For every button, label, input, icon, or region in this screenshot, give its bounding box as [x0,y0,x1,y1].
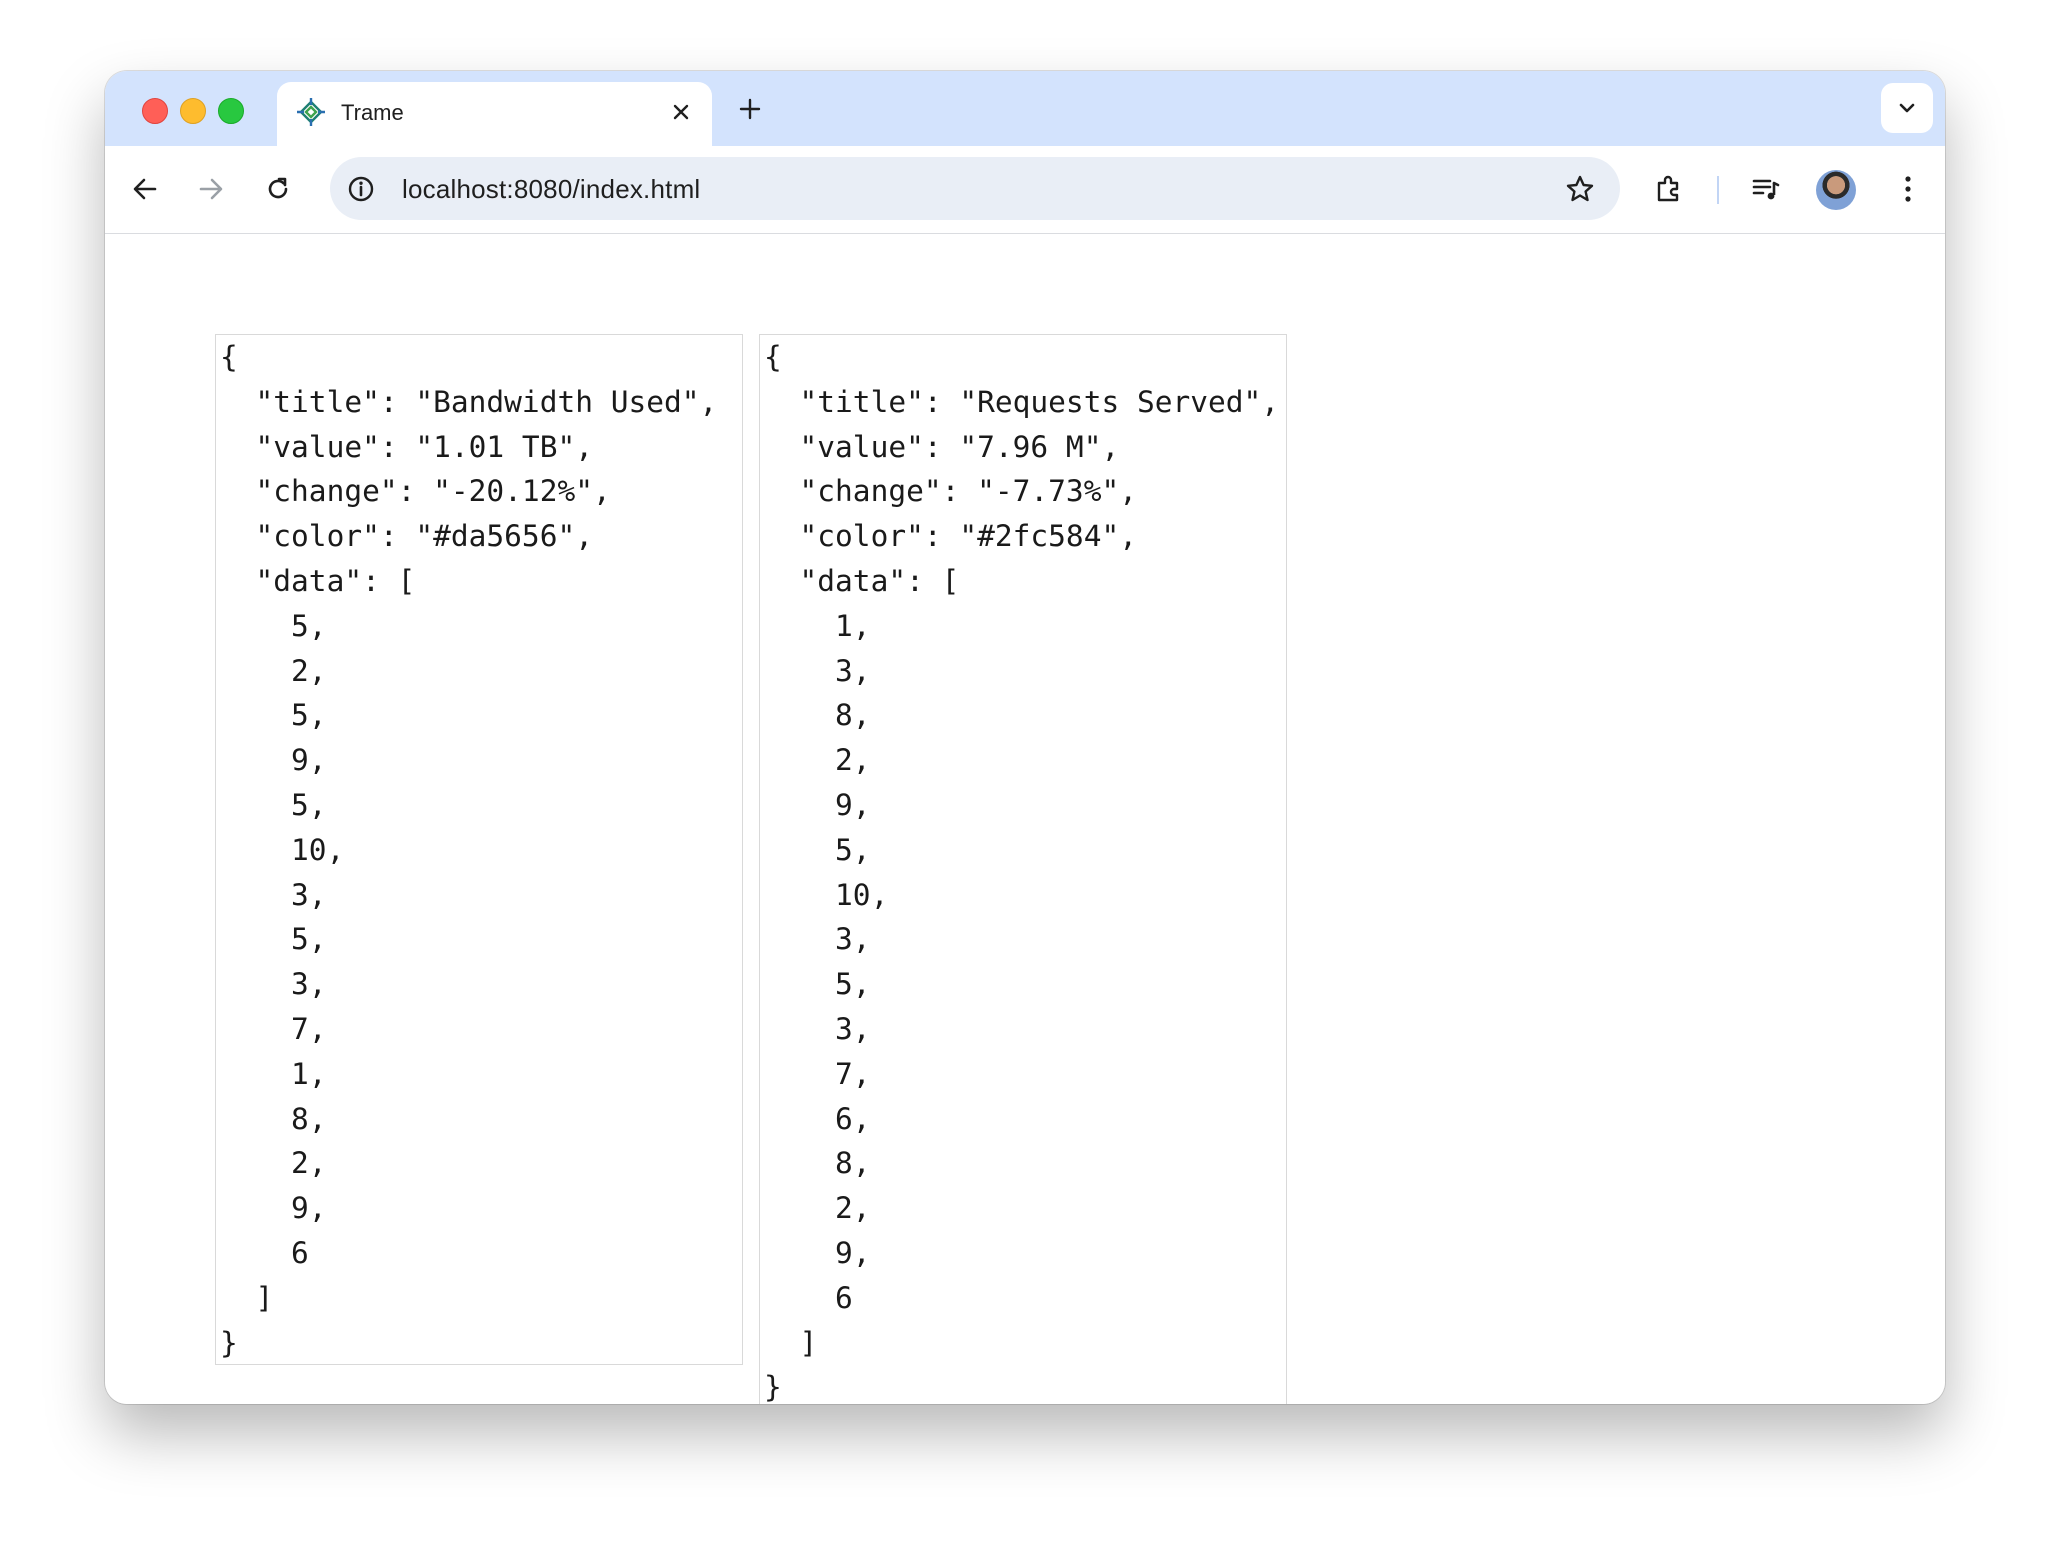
chevron-down-icon [1899,103,1915,113]
browser-toolbar: localhost:8080/index.html [105,146,1945,234]
close-icon[interactable] [664,95,698,129]
arrow-right-icon [199,178,223,200]
tab-trame[interactable]: Trame [277,82,712,146]
page-content: { "title": "Bandwidth Used", "value": "1… [105,234,1945,1404]
puzzle-icon[interactable] [1646,166,1692,212]
reload-icon [268,177,288,199]
address-bar[interactable]: localhost:8080/index.html [330,157,1620,220]
arrow-left-icon [133,178,157,200]
json-card-requests: { "title": "Requests Served", "value": "… [759,334,1287,1404]
trame-logo-icon [295,96,327,128]
new-tab-button[interactable] [732,91,768,127]
maximize-window-button[interactable] [218,98,244,124]
kebab-menu-icon[interactable] [1885,166,1931,212]
forward-button[interactable] [188,166,234,212]
plus-icon [739,98,761,120]
browser-window: Trame localhost:8080/index.html {"title… [105,71,1945,1404]
json-card-bandwidth: { "title": "Bandwidth Used", "value": "1… [215,334,743,1365]
media-control-icon[interactable] [1743,166,1789,212]
tab-bar: Trame [105,71,1945,146]
url-text[interactable]: localhost:8080/index.html [402,174,700,205]
close-window-button[interactable] [142,98,168,124]
back-button[interactable] [122,166,168,212]
minimize-window-button[interactable] [180,98,206,124]
toolbar-divider [1717,176,1719,204]
avatar[interactable] [1816,170,1856,210]
reload-button[interactable] [255,166,301,212]
star-icon[interactable] [1562,171,1598,207]
info-icon[interactable] [344,172,378,206]
tab-search-button[interactable] [1881,83,1933,133]
tab-title: Trame [341,100,404,125]
